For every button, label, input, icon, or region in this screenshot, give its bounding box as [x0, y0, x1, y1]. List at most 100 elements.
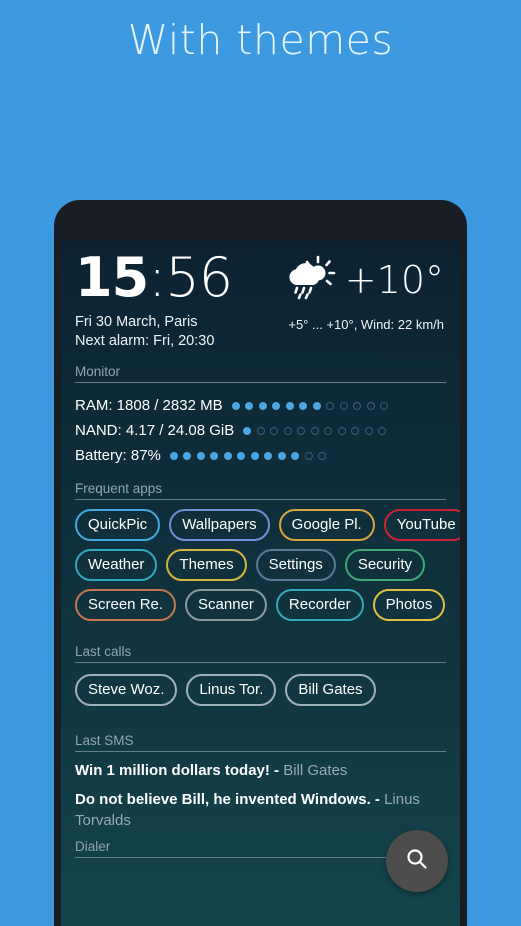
monitor-dot-empty [283, 426, 292, 435]
monitor-dot-filled [231, 401, 240, 410]
promo-title: With themes [127, 16, 394, 64]
monitor-dot-filled [237, 451, 246, 460]
last-sms-list: Win 1 million dollars today! - Bill Gate… [61, 752, 460, 831]
clock-minutes: 56 [165, 246, 233, 309]
sun-behind-rain-cloud-icon [285, 254, 339, 305]
monitor-dot-filled [183, 451, 192, 460]
monitor-dot-filled [250, 451, 259, 460]
sms-sender: Bill Gates [283, 762, 348, 779]
monitor-dot-empty [366, 401, 375, 410]
monitor-dot-filled [285, 401, 294, 410]
monitor-dot-filled [210, 451, 219, 460]
section-label-monitor: Monitor [75, 364, 121, 379]
section-last-sms: Last SMS [61, 733, 460, 752]
monitor-row[interactable]: RAM: 1808 / 2832 MB [75, 393, 446, 418]
app-chip-photos[interactable]: Photos [372, 589, 446, 621]
clock-hours: 15 [75, 246, 149, 309]
section-divider-last-sms [75, 751, 446, 752]
monitor-dot-empty [326, 401, 335, 410]
monitor-row[interactable]: Battery: 87% [75, 443, 446, 468]
monitor-dot-filled [277, 451, 286, 460]
section-monitor: Monitor [61, 364, 460, 383]
clock-time[interactable]: 15:56 [75, 250, 233, 306]
monitor-row[interactable]: NAND: 4.17 / 24.08 GiB [75, 418, 446, 443]
clock-block[interactable]: 15:56 Fri 30 March, Paris Next alarm: Fr… [75, 248, 233, 351]
weather-details: +5° ... +10°, Wind: 22 km/h [288, 317, 444, 332]
monitor-dot-empty [380, 401, 389, 410]
monitor-dot-filled [264, 451, 273, 460]
monitor-dot-empty [256, 426, 265, 435]
clock-weather-row: 15:56 Fri 30 March, Paris Next alarm: Fr… [61, 240, 460, 351]
monitor-dot-filled [223, 451, 232, 460]
monitor-dot-filled [272, 401, 281, 410]
section-divider-monitor [75, 382, 446, 383]
weather-temperature: +10° [344, 257, 444, 302]
frequent-apps-chip-row: QuickPic Wallpapers Google Pl. YouTube [75, 509, 460, 541]
section-divider-frequent-apps [75, 499, 446, 500]
sms-item[interactable]: Do not believe Bill, he invented Windows… [75, 789, 446, 831]
monitor-row-text: NAND: 4.17 / 24.08 GiB [75, 422, 235, 439]
monitor-dot-empty [318, 451, 327, 460]
monitor-dot-empty [310, 426, 319, 435]
clock-date-location: Fri 30 March, Paris [75, 314, 198, 330]
section-label-last-sms: Last SMS [75, 733, 134, 748]
monitor-dot-filled [243, 426, 252, 435]
last-calls-chips: Steve Woz. Linus Tor. Bill Gates [61, 663, 460, 720]
monitor-dot-filled [258, 401, 267, 410]
monitor-dot-empty [270, 426, 279, 435]
frequent-apps-chip-row: Weather Themes Settings Security [75, 549, 446, 581]
monitor-dot-empty [337, 426, 346, 435]
clock-next-alarm[interactable]: Next alarm: Fri, 20:30 [75, 332, 232, 351]
call-chip-steve-woz[interactable]: Steve Woz. [75, 674, 178, 706]
frequent-apps-chips: QuickPic Wallpapers Google Pl. YouTube Weath… [61, 500, 460, 631]
sms-text: Win 1 million dollars today! - [75, 762, 284, 779]
monitor-dot-empty [378, 426, 387, 435]
weather-block[interactable]: +10° +5° ... +10°, Wind: 22 km/h [285, 248, 446, 332]
app-chip-scanner[interactable]: Scanner [185, 589, 267, 621]
monitor-dot-empty [339, 401, 348, 410]
last-calls-chip-row: Steve Woz. Linus Tor. Bill Gates [75, 674, 446, 706]
app-chip-youtube[interactable]: YouTube [383, 509, 460, 541]
sms-item[interactable]: Win 1 million dollars today! - Bill Gate… [75, 760, 446, 781]
monitor-dot-filled [291, 451, 300, 460]
weather-top-row: +10° [285, 254, 444, 305]
search-icon [404, 846, 430, 877]
monitor-row-text: RAM: 1808 / 2832 MB [75, 397, 223, 414]
frequent-apps-chip-row: Screen Re. Scanner Recorder Photos [75, 589, 446, 621]
app-chip-security[interactable]: Security [344, 549, 425, 581]
search-fab-button[interactable] [386, 830, 448, 892]
monitor-dot-empty [351, 426, 360, 435]
monitor-rows: RAM: 1808 / 2832 MB NAND: 4.17 / 24.08 Gi… [61, 383, 460, 468]
monitor-row-dots [231, 401, 389, 410]
monitor-dot-filled [312, 401, 321, 410]
section-frequent-apps: Frequent apps [61, 481, 460, 500]
app-chip-settings[interactable]: Settings [255, 549, 336, 581]
monitor-dot-empty [353, 401, 362, 410]
app-chip-screen-re[interactable]: Screen Re. [75, 589, 177, 621]
monitor-dot-empty [304, 451, 313, 460]
app-chip-wallpapers[interactable]: Wallpapers [169, 509, 270, 541]
monitor-dot-filled [196, 451, 205, 460]
call-chip-linus-tor[interactable]: Linus Tor. [186, 674, 277, 706]
monitor-row-text: Battery: 87% [75, 447, 161, 464]
app-chip-quickpic[interactable]: QuickPic [75, 509, 161, 541]
section-label-frequent-apps: Frequent apps [75, 481, 163, 496]
app-chip-weather[interactable]: Weather [75, 549, 158, 581]
widget-screen: 15:56 Fri 30 March, Paris Next alarm: Fr… [61, 240, 460, 926]
monitor-dot-empty [297, 426, 306, 435]
monitor-dot-filled [169, 451, 178, 460]
monitor-dot-empty [364, 426, 373, 435]
monitor-dot-empty [324, 426, 333, 435]
phone-frame: 15:56 Fri 30 March, Paris Next alarm: Fr… [54, 200, 467, 926]
section-last-calls: Last calls [61, 644, 460, 663]
app-chip-recorder[interactable]: Recorder [275, 589, 364, 621]
monitor-row-dots [169, 451, 327, 460]
app-chip-themes[interactable]: Themes [166, 549, 247, 581]
app-chip-google-pl[interactable]: Google Pl. [278, 509, 375, 541]
sms-text: Do not believe Bill, he invented Windows… [75, 791, 385, 808]
monitor-dot-filled [245, 401, 254, 410]
section-label-last-calls: Last calls [75, 644, 132, 659]
call-chip-bill-gates[interactable]: Bill Gates [285, 674, 376, 706]
section-divider-last-calls [75, 662, 446, 663]
monitor-row-dots [243, 426, 387, 435]
